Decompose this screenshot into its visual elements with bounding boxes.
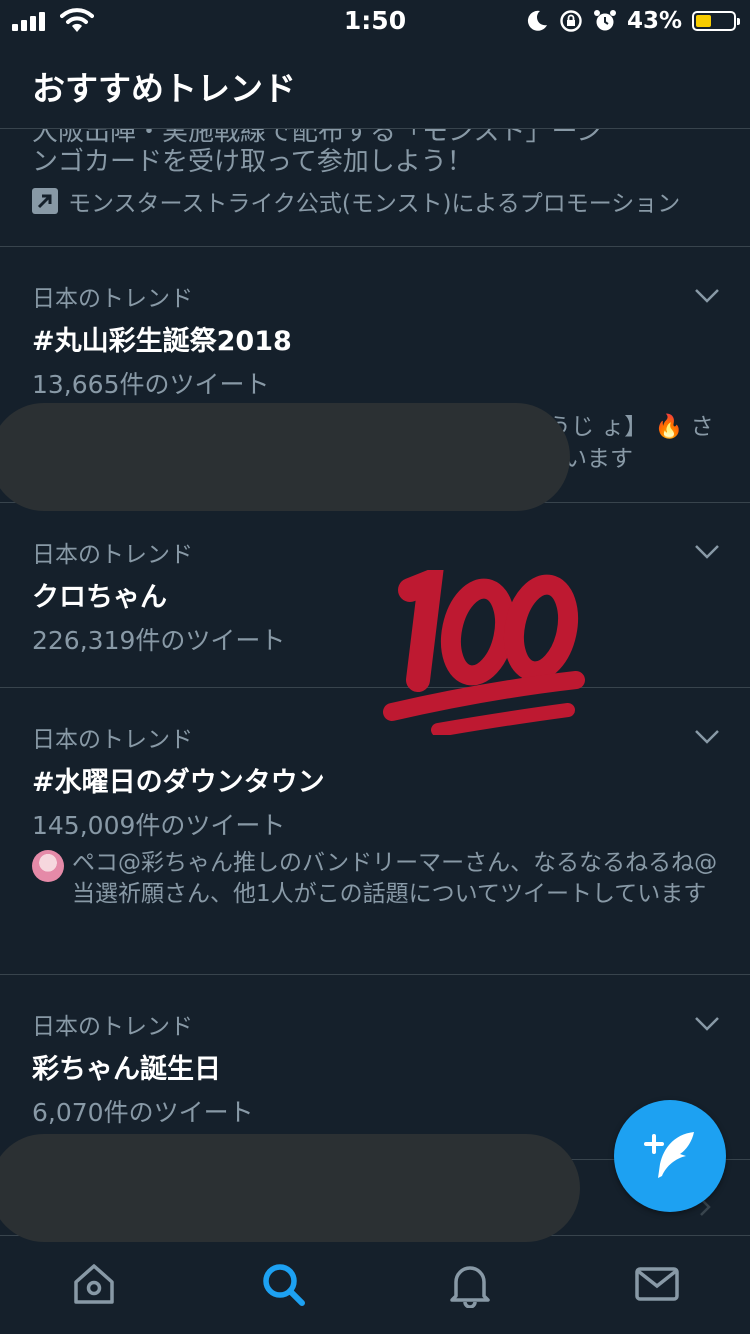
alarm-icon (593, 10, 616, 31)
battery-icon (692, 11, 740, 31)
search-icon[interactable] (259, 1260, 307, 1308)
moon-icon (527, 10, 547, 31)
chevron-down-icon[interactable] (694, 288, 720, 304)
trend-name: #丸山彩生誕祭2018 (32, 326, 292, 357)
page-header: おすすめトレンド (0, 40, 750, 129)
trend-social-context: ペコ@彩ちゃん推しのバンドリーマーさん、なるなるねるね@当選祈願さん、他1人がこ… (32, 848, 722, 910)
compose-tweet-button[interactable] (614, 1100, 726, 1212)
trend-tweet-count: 13,665件のツイート (32, 370, 270, 399)
trend-name: クロちゃん (32, 582, 167, 613)
compose-tweet-icon (644, 1132, 694, 1178)
trends-screen: 1:50 43% おすすめトレンド 大阪出陣・実施戦線で配布する「モンスト」ーン… (0, 0, 750, 1334)
page-title: おすすめトレンド (32, 69, 296, 108)
battery-percent: 43% (626, 8, 682, 34)
hundred-points-icon (383, 570, 585, 735)
redaction-overlay (0, 403, 570, 511)
trend-context: 日本のトレンド (32, 286, 193, 312)
trend-context: 日本のトレンド (32, 727, 193, 753)
trends-list[interactable]: 大阪出陣・実施戦線で配布する「モンスト」ーン ンゴカードを受け取って参加しよう！… (0, 129, 750, 1235)
promoted-by-label: モンスターストライク公式(モンスト)によるプロモーション (68, 191, 681, 217)
bell-icon[interactable] (446, 1260, 494, 1308)
trend-item[interactable]: 日本のトレンド クロちゃん 226,319件のツイート (0, 503, 750, 688)
promoted-by[interactable]: モンスターストライク公式(モンスト)によるプロモーション (32, 184, 680, 218)
trend-social-partial-2: います (564, 446, 633, 472)
trend-tweet-count: 226,319件のツイート (32, 626, 286, 655)
home-icon[interactable] (70, 1260, 118, 1308)
promoted-trend[interactable]: 大阪出陣・実施戦線で配布する「モンスト」ーン ンゴカードを受け取って参加しよう！… (0, 129, 750, 247)
trend-social-partial: うじ ょ】 🔥 さ (548, 414, 714, 440)
status-bar: 1:50 43% (0, 0, 750, 40)
mail-icon[interactable] (633, 1260, 681, 1308)
trend-tweet-count: 145,009件のツイート (32, 811, 286, 840)
trend-context: 日本のトレンド (32, 542, 193, 568)
avatar (32, 850, 64, 882)
tab-bar (0, 1235, 750, 1334)
battery-level-fill (696, 15, 711, 27)
promoted-arrow-icon (32, 188, 58, 214)
trend-context: 日本のトレンド (32, 1014, 193, 1040)
promo-description: ンゴカードを受け取って参加しよう！ (32, 147, 473, 177)
status-right-group: 43% (525, 6, 740, 36)
chevron-down-icon[interactable] (694, 729, 720, 745)
social-context-text: ペコ@彩ちゃん推しのバンドリーマーさん、なるなるねるね@当選祈願さん、他1人がこ… (72, 850, 718, 907)
trend-name: #水曜日のダウンタウン (32, 767, 325, 798)
chevron-down-icon[interactable] (694, 1016, 720, 1032)
trend-name: 彩ちゃん誕生日 (32, 1054, 221, 1085)
chevron-down-icon[interactable] (694, 544, 720, 560)
rotation-lock-icon (560, 10, 582, 32)
redaction-overlay (0, 1134, 580, 1242)
trend-tweet-count: 6,070件のツイート (32, 1098, 254, 1127)
trend-item[interactable]: 日本のトレンド #水曜日のダウンタウン 145,009件のツイート ペコ@彩ちゃ… (0, 688, 750, 975)
